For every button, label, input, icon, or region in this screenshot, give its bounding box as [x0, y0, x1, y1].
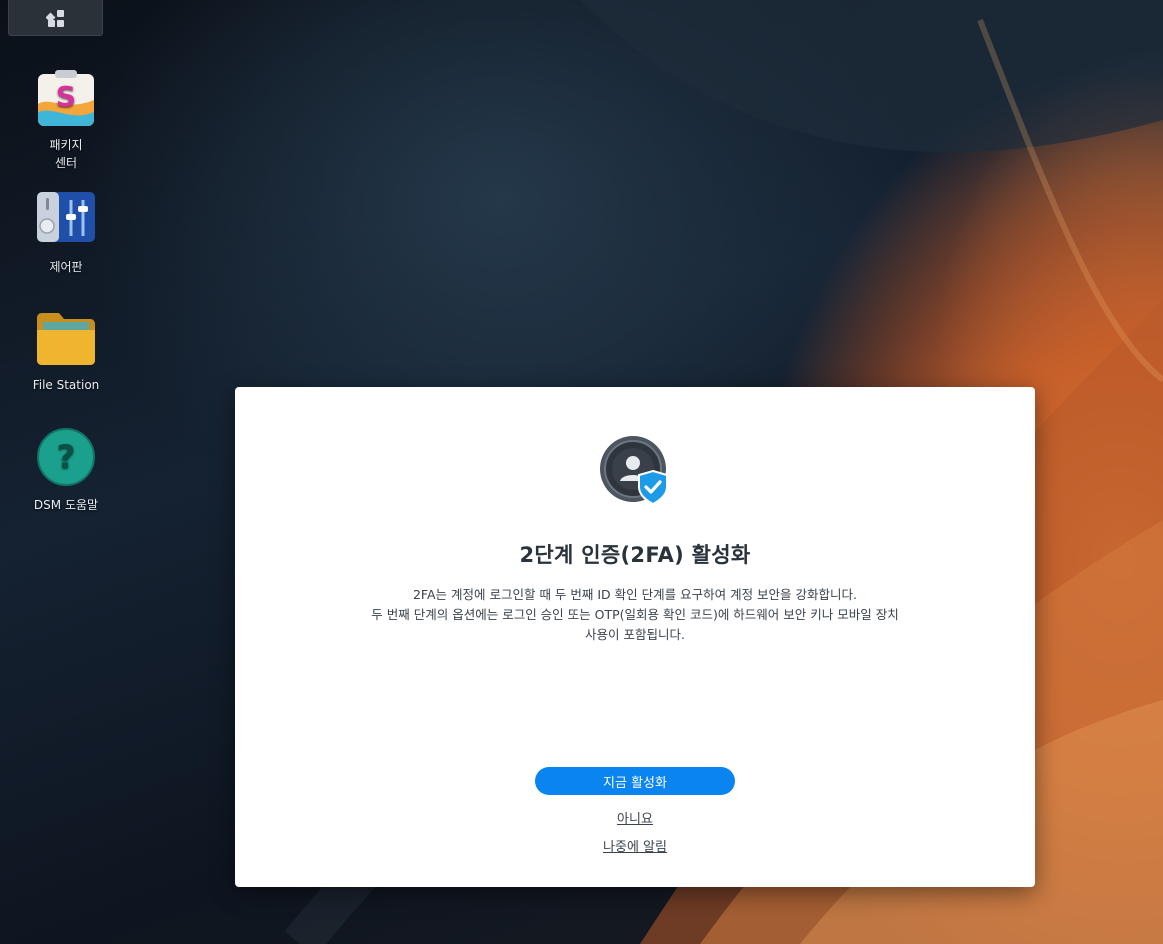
grid-icon — [45, 10, 64, 27]
desktop-icon-label: 패키지 센터 — [49, 138, 83, 170]
dialog-description: 2FA는 계정에 로그인할 때 두 번째 ID 확인 단계를 요구하여 계정 보… — [315, 585, 955, 645]
no-link[interactable]: 아니요 — [617, 812, 653, 827]
desktop-icon-label: 제어판 — [49, 260, 83, 274]
help-icon: ? — [37, 428, 95, 486]
folder-icon — [37, 313, 95, 365]
desktop-icon-package-center[interactable]: S 패키지 센터 — [16, 68, 116, 172]
desktop-icon-label: File Station — [32, 378, 100, 392]
description-line: 2FA는 계정에 로그인할 때 두 번째 ID 확인 단계를 요구하여 계정 보… — [412, 587, 857, 602]
svg-text:S: S — [56, 80, 76, 113]
enable-2fa-dialog: 2단계 인증(2FA) 활성화 2FA는 계정에 로그인할 때 두 번째 ID … — [235, 387, 1035, 887]
shield-user-icon — [600, 436, 668, 506]
enable-now-button[interactable]: 지금 활성화 — [535, 767, 735, 795]
desktop-icon-dsm-help[interactable]: ? DSM 도움말 — [16, 428, 116, 514]
description-line: 사용이 포함됩니다. — [585, 627, 685, 642]
main-menu-button[interactable] — [8, 0, 103, 36]
remind-later-link[interactable]: 나중에 알림 — [603, 840, 667, 855]
dialog-title: 2단계 인증(2FA) 활성화 — [519, 543, 751, 567]
no-link-row: 아니요 — [235, 808, 1035, 827]
control-panel-icon — [37, 192, 95, 242]
desktop-icon-file-station[interactable]: File Station — [16, 308, 116, 394]
description-line: 두 번째 단계의 옵션에는 로그인 승인 또는 OTP(일회용 확인 코드)에 … — [371, 607, 899, 622]
desktop-icon-label: DSM 도움말 — [33, 498, 99, 512]
package-center-icon: S — [38, 70, 94, 126]
later-link-row: 나중에 알림 — [235, 836, 1035, 855]
svg-text:?: ? — [57, 438, 76, 476]
desktop-icon-control-panel[interactable]: 제어판 — [16, 190, 116, 276]
desktop: S 패키지 센터 제어판 File Station ? DSM 도움말 2단계 … — [0, 0, 1163, 944]
